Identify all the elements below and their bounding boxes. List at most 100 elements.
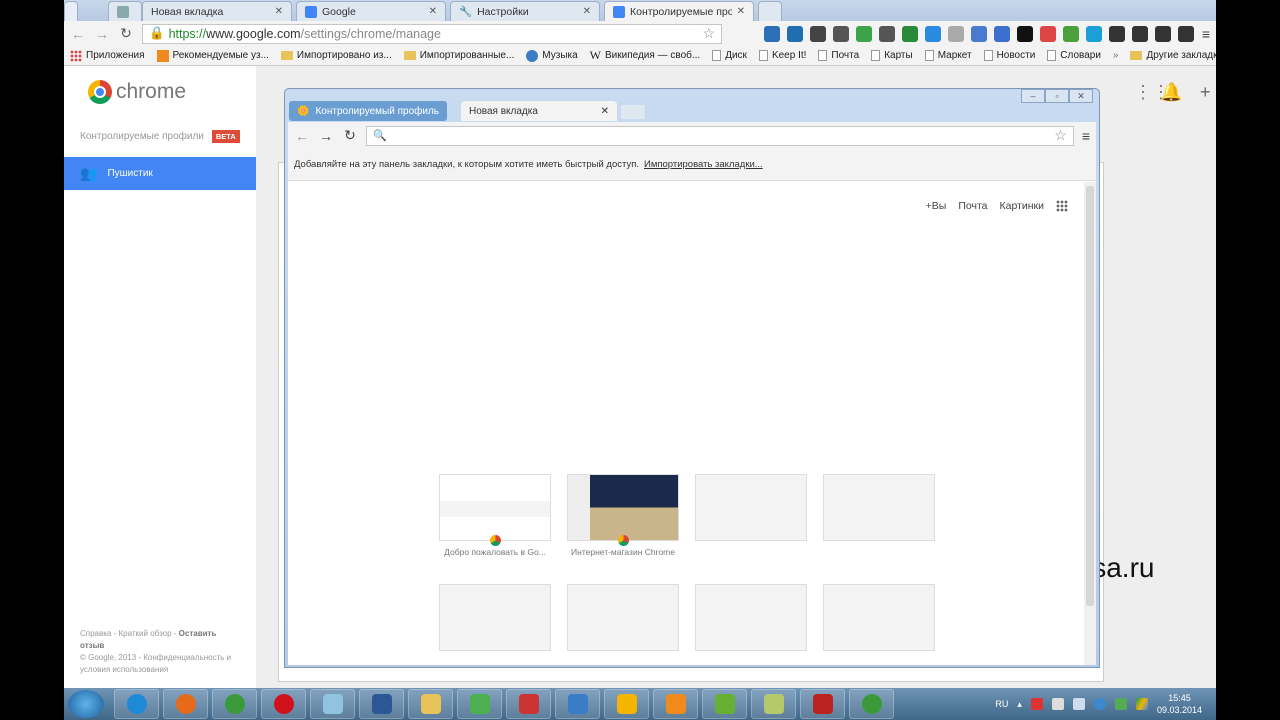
tab-google[interactable]: Google ✕ [296, 1, 446, 21]
extension-icon[interactable] [763, 25, 780, 42]
forward-icon[interactable]: → [318, 128, 334, 144]
extension-icon[interactable] [1039, 25, 1056, 42]
taskbar-app[interactable] [212, 689, 257, 719]
extension-icon[interactable] [1062, 25, 1079, 42]
bookmark-item[interactable]: Диск [712, 50, 747, 61]
most-visited-tile[interactable] [439, 584, 551, 678]
tile-thumbnail[interactable] [823, 474, 935, 541]
scrollbar[interactable] [1084, 182, 1096, 665]
menu-icon[interactable]: ≡ [1082, 128, 1090, 144]
images-link[interactable]: Картинки [1000, 200, 1045, 212]
sidebar-item-profile[interactable]: 👥 Пушистик [64, 157, 256, 190]
taskbar-app[interactable] [163, 689, 208, 719]
start-button[interactable] [68, 690, 104, 718]
language-indicator[interactable]: RU [995, 699, 1008, 709]
star-icon[interactable]: ☆ [1054, 127, 1067, 144]
bookmark-item[interactable]: Keep It! [758, 50, 806, 61]
taskbar-app[interactable] [506, 689, 551, 719]
extension-icon[interactable] [855, 25, 872, 42]
tile-thumbnail[interactable] [567, 474, 679, 546]
scrollbar-thumb[interactable] [1086, 186, 1094, 606]
most-visited-tile[interactable]: Интернет-магазин Chrome [567, 474, 679, 568]
extension-icon[interactable] [1085, 25, 1102, 42]
import-bookmarks-link[interactable]: Импортировать закладки... [644, 159, 763, 170]
bookmark-item[interactable]: Импортировано из... [280, 50, 392, 61]
taskbar-app[interactable] [310, 689, 355, 719]
bookmark-item[interactable]: Новости [983, 50, 1035, 61]
most-visited-tile[interactable] [823, 474, 935, 568]
most-visited-tile[interactable] [695, 474, 807, 568]
bookmark-item[interactable]: Маркет [924, 50, 972, 61]
menu-icon[interactable]: ≡ [1202, 26, 1210, 42]
tile-thumbnail[interactable] [567, 584, 679, 651]
apps-tab[interactable] [108, 1, 142, 21]
bookmark-item[interactable]: Рекомендуемые уз... [156, 49, 269, 62]
taskbar-app[interactable] [114, 689, 159, 719]
most-visited-tile[interactable] [823, 584, 935, 678]
extension-icon[interactable] [993, 25, 1010, 42]
bookmark-item[interactable]: Карты [871, 50, 913, 61]
bookmark-item[interactable]: Почта [818, 50, 859, 61]
tab-new[interactable]: Новая вкладка ✕ [142, 1, 292, 21]
taskbar-app[interactable] [457, 689, 502, 719]
tab-settings[interactable]: 🔧 Настройки ✕ [450, 1, 600, 21]
bookmark-item[interactable]: Музыка [526, 49, 578, 62]
bookmark-item[interactable]: Приложения [70, 49, 145, 62]
extension-icon[interactable] [1108, 25, 1125, 42]
taskbar-app[interactable] [359, 689, 404, 719]
tile-thumbnail[interactable] [695, 474, 807, 541]
close-icon[interactable]: ✕ [737, 6, 745, 17]
most-visited-tile[interactable]: Добро пожаловать в Go... [439, 474, 551, 568]
extension-icon[interactable] [1131, 25, 1148, 42]
extension-icon[interactable] [786, 25, 803, 42]
tile-thumbnail[interactable] [823, 584, 935, 651]
bookmark-item[interactable]: Словари [1047, 50, 1101, 61]
taskbar-app[interactable] [800, 689, 845, 719]
most-visited-tile[interactable] [695, 584, 807, 678]
tour-link[interactable]: Краткий обзор [119, 629, 172, 638]
most-visited-tile[interactable] [567, 584, 679, 678]
reload-icon[interactable]: ↻ [118, 25, 134, 42]
extension-icon[interactable] [901, 25, 918, 42]
star-icon[interactable]: ☆ [702, 25, 715, 42]
apps-grid-icon[interactable] [1056, 200, 1068, 212]
forward-icon[interactable]: → [94, 26, 110, 42]
extension-icon[interactable] [878, 25, 895, 42]
taskbar-app[interactable] [702, 689, 747, 719]
popup-tab-new[interactable]: Новая вкладка ✕ [461, 101, 617, 121]
cloud-icon[interactable] [1114, 698, 1127, 710]
extension-icon[interactable] [924, 25, 941, 42]
tile-thumbnail[interactable] [439, 474, 551, 546]
taskbar-app[interactable] [261, 689, 306, 719]
minimize-icon[interactable]: – [1021, 89, 1045, 103]
taskbar-app[interactable] [751, 689, 796, 719]
extension-icon[interactable] [832, 25, 849, 42]
address-bar[interactable]: 🔒 https://www.google.com/settings/chrome… [142, 23, 722, 44]
bookmark-item[interactable]: Импортированные... [403, 50, 514, 61]
power-icon[interactable] [1051, 698, 1064, 710]
taskbar-app[interactable] [653, 689, 698, 719]
back-icon[interactable]: ← [70, 26, 86, 42]
reload-icon[interactable]: ↻ [342, 127, 358, 144]
extension-icon[interactable] [970, 25, 987, 42]
more-bookmarks-button[interactable]: » [1113, 50, 1119, 61]
close-icon[interactable]: ✕ [583, 6, 591, 17]
extension-icon[interactable] [809, 25, 826, 42]
sync-icon[interactable] [1093, 698, 1106, 710]
tab-managed-profiles[interactable]: Контролируемые профи ✕ [604, 1, 754, 21]
extension-icon[interactable] [1177, 25, 1194, 42]
profile-avatar-tab[interactable] [64, 1, 78, 21]
back-icon[interactable]: ← [294, 128, 310, 144]
add-icon[interactable]: + [1200, 82, 1211, 103]
close-icon[interactable]: ✕ [429, 6, 437, 17]
extension-icon[interactable] [1016, 25, 1033, 42]
managed-profile-badge[interactable]: 🌼 Контролируемый профиль [289, 101, 447, 121]
extension-icon[interactable] [947, 25, 964, 42]
help-link[interactable]: Справка [80, 629, 111, 638]
notifications-icon[interactable]: 🔔 [1160, 82, 1182, 103]
bookmark-item[interactable]: W Википедия — своб... [590, 48, 701, 63]
google-drive-icon[interactable] [1135, 698, 1148, 710]
extension-icon[interactable] [1154, 25, 1171, 42]
tray-expand-icon[interactable]: ▴ [1017, 699, 1022, 710]
close-icon[interactable]: ✕ [275, 6, 283, 17]
